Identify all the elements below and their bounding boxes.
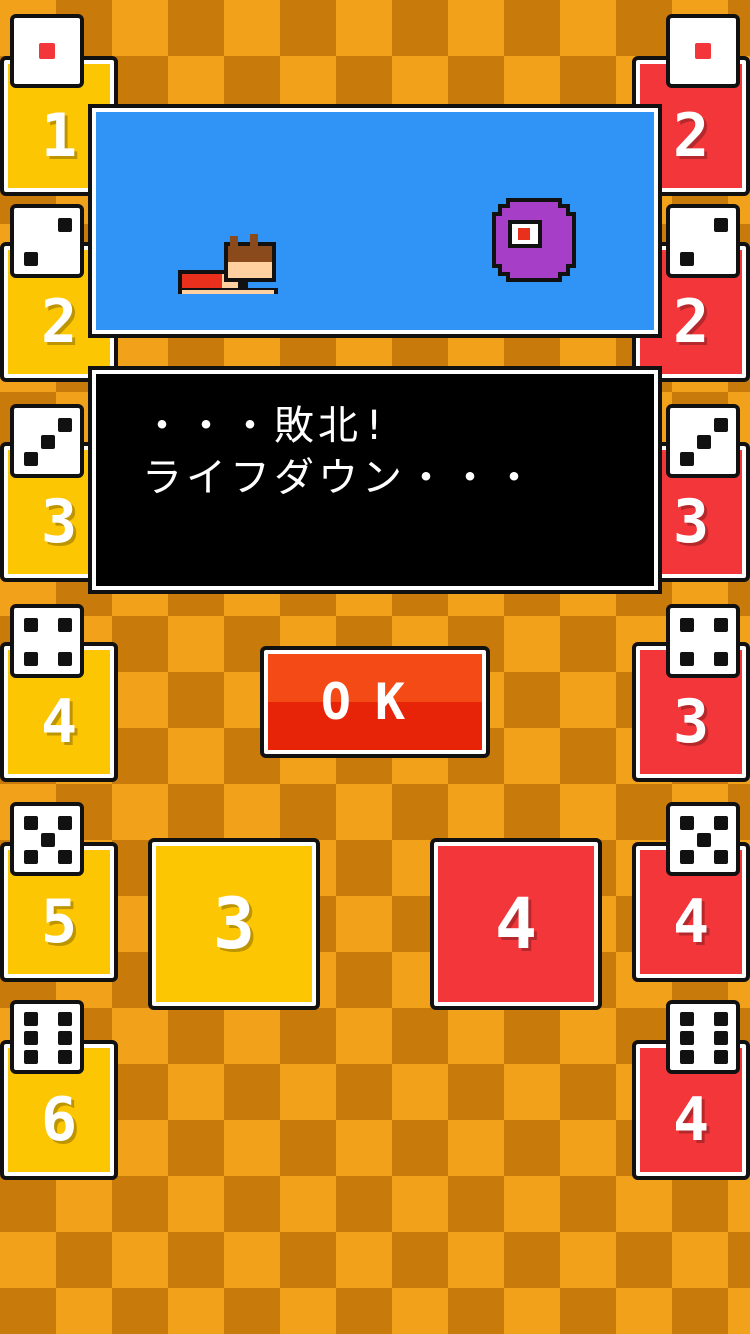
message-line-1: ・・・敗北!	[142, 403, 391, 449]
die-face-3-icon	[666, 404, 740, 478]
die-face-6-icon	[10, 1000, 84, 1074]
player-played-card: 3	[148, 838, 320, 1010]
player-card-value: 2	[40, 287, 78, 357]
enemy-card-value: 3	[672, 487, 710, 557]
enemy-card-value: 4	[672, 1085, 710, 1155]
enemy-card-value: 2	[672, 101, 710, 171]
enemy-card-value: 2	[672, 287, 710, 357]
defeated-hero-sprite	[178, 234, 278, 294]
die-face-2-icon	[10, 204, 84, 278]
player-card-value: 3	[40, 487, 78, 557]
die-face-6-icon	[666, 1000, 740, 1074]
enemy-card-value: 3	[672, 687, 710, 757]
player-card-value: 5	[40, 887, 78, 957]
ok-button[interactable]: OK	[260, 646, 490, 758]
enemy-card-value: 4	[672, 887, 710, 957]
enemy-played-card: 4	[430, 838, 602, 1010]
battle-scene	[88, 104, 662, 338]
die-face-4-icon	[666, 604, 740, 678]
die-face-5-icon	[10, 802, 84, 876]
player-card-value: 6	[40, 1085, 78, 1155]
die-face-1-icon	[10, 14, 84, 88]
player-card-value: 1	[40, 101, 78, 171]
message-box: ・・・敗北! ライフダウン・・・	[88, 366, 662, 594]
die-face-2-icon	[666, 204, 740, 278]
player-card-value: 4	[40, 687, 78, 757]
die-face-1-icon	[666, 14, 740, 88]
die-face-5-icon	[666, 802, 740, 876]
die-face-3-icon	[10, 404, 84, 478]
message-line-2: ライフダウン・・・	[142, 455, 538, 501]
purple-eye-monster-sprite	[492, 198, 576, 282]
die-face-4-icon	[10, 604, 84, 678]
